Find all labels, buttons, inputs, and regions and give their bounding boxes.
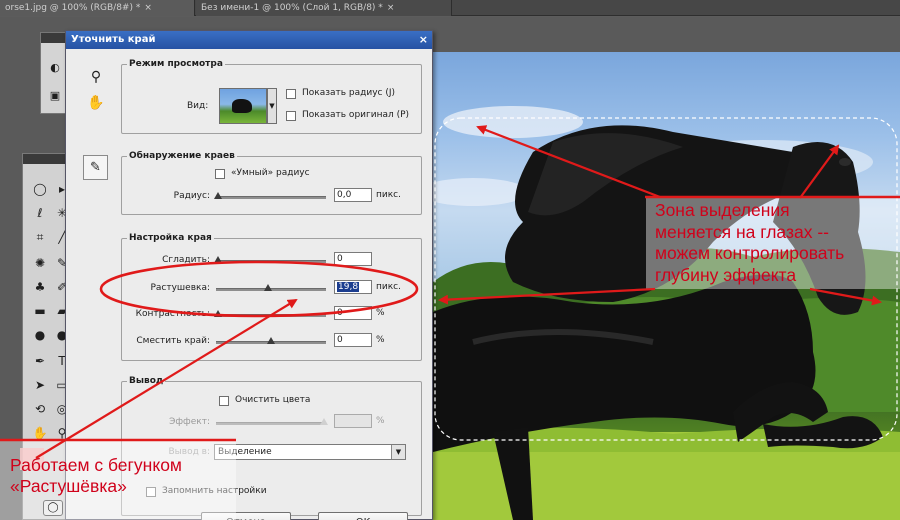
group-legend: Режим просмотра: [129, 59, 223, 69]
feather-input[interactable]: 19,8: [334, 280, 372, 294]
marquee-icon[interactable]: ◯: [31, 180, 49, 198]
shift-edge-unit: %: [376, 335, 385, 345]
group-legend: Настройка края: [129, 233, 212, 243]
smooth-input[interactable]: 0: [334, 252, 372, 266]
smooth-slider[interactable]: [214, 256, 326, 263]
annotation-line: можем контролировать: [655, 243, 845, 263]
smooth-label: Сгладить:: [162, 255, 210, 265]
annotation-left: Работаем с бегунком «Растушёвка»: [0, 440, 236, 520]
annotation-line: Зона выделения: [655, 200, 790, 220]
chevron-down-icon[interactable]: ▼: [391, 445, 405, 459]
slider-thumb[interactable]: [214, 256, 222, 263]
mini-panel: ◐ ▣: [40, 32, 68, 114]
slider-thumb[interactable]: [214, 192, 222, 199]
3d-rotate-icon[interactable]: ⟲: [31, 400, 49, 418]
show-original-checkbox[interactable]: [286, 111, 296, 121]
contrast-label: Контрастность:: [135, 309, 210, 319]
slider-thumb[interactable]: [264, 284, 272, 291]
close-icon[interactable]: ×: [419, 31, 428, 49]
ok-button[interactable]: OK: [318, 512, 408, 520]
amount-slider: [216, 418, 328, 425]
output-to-select[interactable]: Выделение ▼: [214, 444, 406, 460]
group-legend: Вывод: [129, 376, 164, 386]
smart-radius-label: «Умный» радиус: [231, 168, 310, 178]
tab-label: Без имени-1 @ 100% (Слой 1, RGB/8) *: [201, 3, 383, 13]
decontaminate-label: Очистить цвета: [235, 395, 311, 405]
panel-header: [41, 33, 67, 43]
annotation-line: Работаем с бегунком: [10, 455, 182, 475]
show-radius-checkbox[interactable]: [286, 89, 296, 99]
shift-edge-slider[interactable]: [216, 337, 326, 344]
radius-input[interactable]: 0,0: [334, 188, 372, 202]
contrast-input[interactable]: 0: [334, 306, 372, 320]
healing-icon[interactable]: ✺: [31, 254, 49, 272]
eraser-icon[interactable]: ▬: [31, 302, 49, 320]
crop-icon[interactable]: ⌗: [31, 228, 49, 246]
dialog-title: Уточнить край: [71, 34, 156, 45]
smart-radius-checkbox[interactable]: [215, 169, 225, 179]
decontaminate-checkbox[interactable]: [219, 396, 229, 406]
shift-edge-input[interactable]: 0: [334, 333, 372, 347]
close-icon[interactable]: ×: [387, 3, 395, 13]
group-legend: Обнаружение краев: [129, 151, 235, 161]
pen-icon[interactable]: ✒: [31, 352, 49, 370]
edge-detection-group: Обнаружение краев: [121, 151, 422, 215]
tab-label: orse1.jpg @ 100% (RGB/8#) *: [5, 3, 141, 13]
annotation-line: меняется на глазах --: [655, 221, 829, 242]
path-select-icon[interactable]: ➤: [31, 376, 49, 394]
amount-input: [334, 414, 372, 428]
annotation-right: Зона выделения меняется на глазах -- мож…: [646, 196, 900, 289]
hand-icon[interactable]: ✋: [86, 93, 106, 113]
panel-header: [23, 154, 69, 164]
radius-label: Радиус:: [173, 191, 210, 201]
show-radius-label: Показать радиус (J): [302, 88, 396, 98]
feather-unit: пикс.: [376, 282, 401, 292]
shift-edge-label: Сместить край:: [136, 336, 210, 346]
feather-value-selected: 19,8: [337, 282, 360, 292]
annotation-line: «Растушёвка»: [10, 476, 127, 496]
radius-unit: пикс.: [376, 190, 401, 200]
screen-mode-icon[interactable]: ▣: [48, 89, 62, 103]
tab-untitled-1[interactable]: Без имени-1 @ 100% (Слой 1, RGB/8) * ×: [196, 0, 452, 16]
slider-thumb[interactable]: [214, 310, 222, 317]
refine-radius-brush-icon[interactable]: ✎: [83, 155, 108, 180]
annotation-line: глубину эффекта: [655, 264, 797, 285]
mask-icon[interactable]: ◐: [48, 61, 62, 75]
show-original-label: Показать оригинал (P): [302, 110, 410, 120]
amount-unit: %: [376, 416, 385, 426]
stamp-icon[interactable]: ♣: [31, 278, 49, 296]
lasso-icon[interactable]: ℓ: [31, 204, 49, 222]
slider-thumb[interactable]: [267, 337, 275, 344]
feather-label: Растушевка:: [150, 283, 210, 293]
contrast-unit: %: [376, 308, 385, 318]
close-icon[interactable]: ×: [144, 3, 152, 13]
feather-slider[interactable]: [216, 284, 326, 291]
quick-mask-icon[interactable]: ◯: [43, 500, 63, 516]
view-label: Вид:: [187, 101, 209, 111]
amount-label: Эффект:: [169, 417, 210, 427]
magnifier-icon[interactable]: ⚲: [86, 67, 106, 87]
tab-horse1[interactable]: orse1.jpg @ 100% (RGB/8#) * ×: [0, 0, 195, 16]
document-tab-bar: orse1.jpg @ 100% (RGB/8#) * × Без имени-1…: [0, 0, 900, 16]
view-dropdown-chevron-icon[interactable]: ▼: [267, 88, 277, 124]
blur-icon[interactable]: ●: [31, 326, 49, 344]
view-preview-thumbnail[interactable]: [219, 88, 267, 124]
radius-slider[interactable]: [214, 192, 326, 199]
contrast-slider[interactable]: [214, 310, 326, 317]
dialog-titlebar[interactable]: Уточнить край ×: [66, 31, 432, 49]
slider-thumb: [320, 418, 328, 425]
